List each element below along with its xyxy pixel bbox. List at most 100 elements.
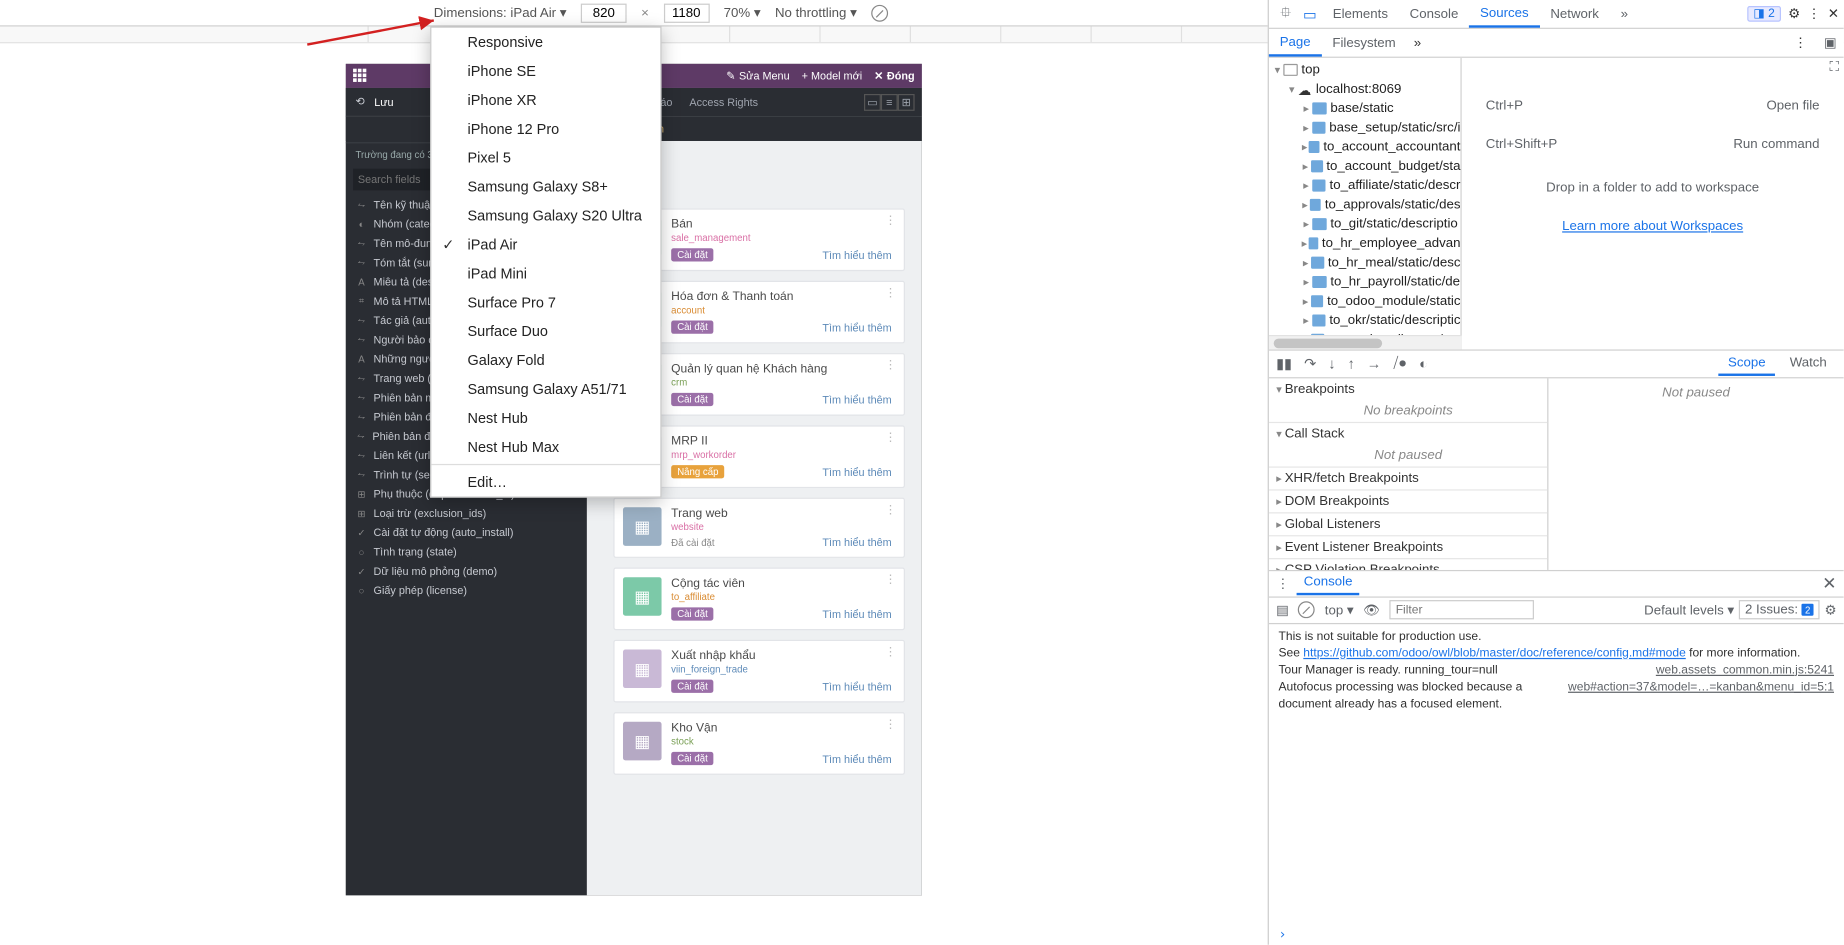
card-menu-icon[interactable]: ⋮	[884, 504, 896, 517]
console-settings-icon[interactable]: ⚙	[1825, 602, 1837, 618]
tab-scope[interactable]: Scope	[1718, 351, 1775, 375]
device-menu-item[interactable]: Nest Hub	[431, 404, 660, 433]
rotate-icon[interactable]	[871, 4, 888, 21]
context-dropdown[interactable]: top ▾	[1325, 602, 1354, 618]
learn-more-link[interactable]: Tìm hiểu thêm	[822, 466, 891, 478]
open-file-action[interactable]: Open file	[1766, 99, 1819, 113]
card-menu-icon[interactable]: ⋮	[884, 287, 896, 300]
tree-row[interactable]: ▸to_account_accountant	[1269, 137, 1461, 156]
inspect-icon[interactable]: ⯐	[1274, 1, 1298, 26]
card-badge[interactable]: Cài đặt	[671, 248, 714, 261]
height-input[interactable]	[663, 3, 709, 22]
tree-row[interactable]: ▸to_odoo_module/static	[1269, 292, 1461, 311]
sources-more-icon[interactable]: ⋮	[1784, 30, 1817, 55]
console-drawer-tab[interactable]: Console	[1297, 571, 1360, 595]
tree-row[interactable]: ▸to_hr_payroll/static/de	[1269, 272, 1461, 291]
card-menu-icon[interactable]: ⋮	[884, 359, 896, 372]
step-icon[interactable]: →	[1367, 355, 1381, 372]
tree-row[interactable]: ▾top	[1269, 60, 1461, 79]
card-menu-icon[interactable]: ⋮	[884, 718, 896, 731]
debugger-section[interactable]: Call StackNot paused	[1269, 422, 1547, 467]
device-menu-item[interactable]: Samsung Galaxy A51/71	[431, 375, 660, 404]
device-menu-item[interactable]: iPhone XR	[431, 86, 660, 115]
console-prompt[interactable]: ›	[1269, 924, 1844, 944]
debugger-section[interactable]: CSP Violation Breakpoints	[1269, 559, 1547, 570]
debugger-section[interactable]: XHR/fetch Breakpoints	[1269, 467, 1547, 490]
tree-row[interactable]: ▸to_okr/static/descriptic	[1269, 311, 1461, 330]
learn-more-link[interactable]: Tìm hiểu thêm	[822, 681, 891, 693]
console-output[interactable]: This is not suitable for production use.…	[1269, 624, 1844, 925]
section-header[interactable]: DOM Breakpoints	[1269, 490, 1547, 512]
file-tree[interactable]: ▾top▾☁localhost:8069▸base/static▸base_se…	[1269, 58, 1462, 349]
module-card[interactable]: ▦Trang webwebsiteĐã cài đặtTìm hiểu thêm…	[613, 498, 905, 558]
tree-row[interactable]: ▸to_affiliate/static/descr	[1269, 176, 1461, 195]
device-menu-edit[interactable]: Edit…	[431, 468, 660, 497]
device-menu-item[interactable]: Samsung Galaxy S20 Ultra	[431, 201, 660, 230]
debugger-section[interactable]: BreakpointsNo breakpoints	[1269, 378, 1547, 423]
card-menu-icon[interactable]: ⋮	[884, 431, 896, 444]
step-over-icon[interactable]: ↷	[1304, 355, 1316, 372]
card-badge[interactable]: Cài đặt	[671, 752, 714, 765]
card-menu-icon[interactable]: ⋮	[884, 646, 896, 659]
view-kanban-icon[interactable]: ⊞	[898, 94, 915, 111]
panel-layout-icon[interactable]: ▣	[1817, 30, 1844, 55]
device-menu-item[interactable]: Galaxy Fold	[431, 346, 660, 375]
console-filter-input[interactable]	[1390, 600, 1535, 619]
field-row[interactable]: ⊞Loại trừ (exclusion_ids)	[346, 504, 587, 523]
console-link[interactable]: https://github.com/odoo/owl/blob/master/…	[1303, 646, 1685, 659]
tree-row[interactable]: ▸to_account_budget/sta	[1269, 157, 1461, 176]
device-menu-item[interactable]: Surface Duo	[431, 317, 660, 346]
device-menu-item[interactable]: Responsive	[431, 28, 660, 57]
tree-row[interactable]: ▸base/static	[1269, 99, 1461, 118]
issues-badge[interactable]: ◨ 2	[1747, 6, 1780, 22]
new-model-button[interactable]: + Model mới	[802, 70, 862, 82]
section-header[interactable]: XHR/fetch Breakpoints	[1269, 467, 1547, 489]
learn-more-link[interactable]: Tìm hiểu thêm	[822, 249, 891, 261]
subnav-access[interactable]: Access Rights	[689, 96, 758, 108]
workspace-learn-link[interactable]: Learn more about Workspaces	[1562, 219, 1743, 233]
module-card[interactable]: ▦Kho VậnstockCài đặtTìm hiểu thêm⋮	[613, 712, 905, 775]
device-menu-item[interactable]: iPad Air	[431, 230, 660, 259]
run-cmd-action[interactable]: Run command	[1733, 137, 1819, 151]
tab-network[interactable]: Network	[1539, 2, 1609, 26]
device-menu[interactable]: ResponsiveiPhone SEiPhone XRiPhone 12 Pr…	[430, 27, 661, 498]
subtab-page[interactable]: Page	[1269, 30, 1322, 57]
section-header[interactable]: Call Stack	[1269, 422, 1547, 444]
device-menu-item[interactable]: iPhone 12 Pro	[431, 114, 660, 143]
learn-more-link[interactable]: Tìm hiểu thêm	[822, 394, 891, 406]
subtab-overflow-icon[interactable]: »	[1407, 31, 1429, 55]
tree-row[interactable]: ▸to_hr_employee_advan	[1269, 234, 1461, 253]
edit-menu-button[interactable]: ✎ Sửa Menu	[726, 69, 789, 82]
card-menu-icon[interactable]: ⋮	[884, 574, 896, 587]
tree-row[interactable]: ▸base_setup/static/src/i	[1269, 118, 1461, 137]
field-row[interactable]: ○Tình trạng (state)	[346, 542, 587, 561]
save-button[interactable]: Lưu	[374, 96, 393, 108]
device-menu-item[interactable]: iPad Mini	[431, 259, 660, 288]
debugger-section[interactable]: DOM Breakpoints	[1269, 490, 1547, 513]
card-menu-icon[interactable]: ⋮	[884, 214, 896, 227]
section-header[interactable]: Event Listener Breakpoints	[1269, 536, 1547, 558]
section-header[interactable]: CSP Violation Breakpoints	[1269, 559, 1547, 570]
field-row[interactable]: ✓Dữ liệu mô phỏng (demo)	[346, 562, 587, 581]
zoom-dropdown[interactable]: 70% ▾	[724, 5, 761, 21]
device-toggle-icon[interactable]: ▭	[1298, 5, 1322, 22]
settings-icon[interactable]: ⚙	[1788, 6, 1800, 22]
device-menu-item[interactable]: Pixel 5	[431, 143, 660, 172]
expand-icon[interactable]: ⛶	[1830, 60, 1839, 76]
module-card[interactable]: ▦Cộng tác viênto_affiliateCài đặtTìm hiể…	[613, 568, 905, 631]
console-source-link[interactable]: web.assets_common.min.js:5241	[1656, 662, 1834, 679]
learn-more-link[interactable]: Tìm hiểu thêm	[822, 753, 891, 765]
card-badge[interactable]: Nâng cấp	[671, 465, 724, 478]
view-list-icon[interactable]: ≡	[881, 94, 898, 111]
tree-scrollbar[interactable]	[1269, 334, 1462, 348]
device-menu-item[interactable]: Nest Hub Max	[431, 433, 660, 462]
learn-more-link[interactable]: Tìm hiểu thêm	[822, 536, 891, 548]
tree-row[interactable]: ▸to_git/static/descriptio	[1269, 214, 1461, 233]
card-badge[interactable]: Cài đặt	[671, 393, 714, 406]
debugger-section[interactable]: Event Listener Breakpoints	[1269, 536, 1547, 559]
width-input[interactable]	[581, 3, 627, 22]
device-menu-item[interactable]: Samsung Galaxy S8+	[431, 172, 660, 201]
undo-icon[interactable]: ⟲	[355, 95, 364, 108]
section-header[interactable]: Breakpoints	[1269, 378, 1547, 400]
console-drawer-more-icon[interactable]: ⋮	[1276, 575, 1289, 591]
